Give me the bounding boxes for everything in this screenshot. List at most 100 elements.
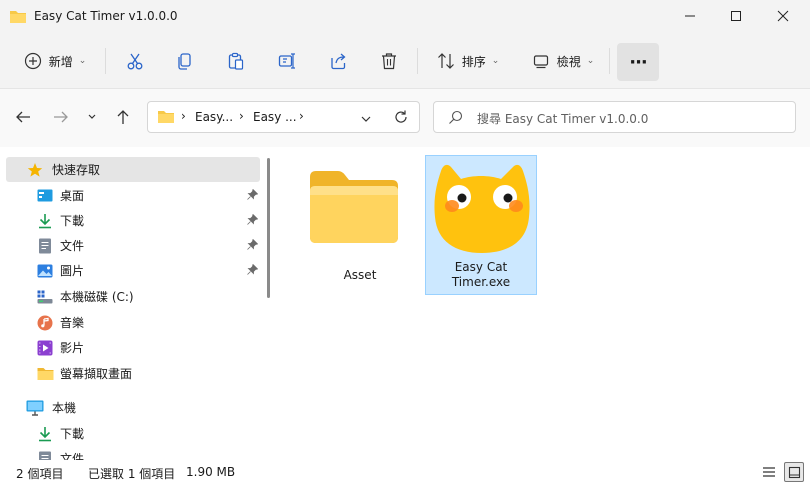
arrow-up-icon <box>114 110 132 128</box>
chevron-down-icon: ⌄ <box>491 56 500 66</box>
paste-icon <box>227 52 245 70</box>
separator <box>417 48 418 74</box>
maximize-icon <box>730 10 742 25</box>
file-item-easy-cat-timer[interactable]: Easy Cat Timer.exe <box>425 155 537 295</box>
rename-icon <box>278 52 296 70</box>
chevron-down-icon: ⌄ <box>586 56 595 66</box>
sidebar-item-label: 桌面 <box>60 189 85 203</box>
new-button[interactable]: 新增 ⌄ <box>14 44 96 78</box>
paste-button[interactable] <box>217 44 255 78</box>
pin-icon <box>247 238 259 253</box>
sidebar-item-local-disk[interactable]: 本機磁碟 (C:) <box>6 284 260 309</box>
chevron-down-icon: ⌄ <box>78 56 87 66</box>
navigation-bar: › Easy... › Easy ... › 搜尋 Easy Cat Timer… <box>0 89 810 147</box>
search-box[interactable]: 搜尋 Easy Cat Timer v1.0.0.0 <box>433 101 796 133</box>
breadcrumb-item[interactable]: Easy ... <box>253 110 297 124</box>
sidebar-item-documents[interactable]: 文件 <box>6 233 260 258</box>
document-icon <box>36 450 54 460</box>
sidebar-item-label: 文件 <box>60 239 85 253</box>
sort-label: 排序 <box>461 54 486 69</box>
cut-button[interactable] <box>116 44 154 78</box>
delete-icon <box>380 52 398 70</box>
window-title: Easy Cat Timer v1.0.0.0 <box>34 9 178 23</box>
address-bar[interactable]: › Easy... › Easy ... › <box>147 101 420 133</box>
chevron-down-icon <box>361 116 371 122</box>
chevron-right-icon: › <box>239 109 244 123</box>
new-label: 新增 <box>48 54 73 69</box>
minimize-button[interactable] <box>667 0 713 34</box>
pin-icon <box>247 188 259 203</box>
folder-icon <box>157 110 175 127</box>
sidebar-item-label: 下載 <box>60 427 85 441</box>
title-bar: Easy Cat Timer v1.0.0.0 <box>0 0 810 34</box>
sidebar-item-label: 影片 <box>60 341 85 355</box>
sidebar-item-desktop[interactable]: 桌面 <box>6 183 260 208</box>
sidebar-item-pc-documents[interactable]: 文件 <box>6 446 260 460</box>
sidebar-item-label: 文件 <box>60 452 85 460</box>
download-icon <box>36 212 54 230</box>
back-button[interactable] <box>14 109 32 128</box>
folder-icon <box>308 169 400 248</box>
separator <box>609 48 610 74</box>
file-name: Asset <box>343 268 377 282</box>
cut-icon <box>126 52 144 70</box>
share-button[interactable] <box>319 44 357 78</box>
drive-icon <box>36 288 54 306</box>
sidebar-item-downloads[interactable]: 下載 <box>6 208 260 233</box>
rename-button[interactable] <box>268 44 306 78</box>
computer-icon <box>26 399 44 417</box>
separator <box>105 48 106 74</box>
view-label: 檢視 <box>556 54 581 69</box>
arrow-left-icon <box>14 111 32 128</box>
share-icon <box>329 52 347 70</box>
refresh-button[interactable] <box>393 109 409 128</box>
arrow-right-icon <box>52 111 70 128</box>
more-icon: ··· <box>629 51 647 73</box>
search-icon <box>448 110 463 128</box>
recent-locations-button[interactable] <box>86 111 98 126</box>
sidebar-item-label: 本機磁碟 (C:) <box>60 290 134 304</box>
pin-icon <box>247 263 259 278</box>
folder-icon <box>9 9 27 27</box>
copy-icon <box>176 52 194 70</box>
sidebar-item-this-pc[interactable]: 本機 <box>6 395 260 420</box>
sidebar-item-label: 螢幕擷取畫面 <box>60 367 133 381</box>
sidebar-scrollbar[interactable] <box>267 158 270 298</box>
sidebar-item-label: 快速存取 <box>52 163 101 177</box>
new-icon <box>24 52 42 70</box>
sidebar-item-screenshots[interactable]: 螢幕擷取畫面 <box>6 361 260 386</box>
selection-size: 1.90 MB <box>186 465 236 479</box>
forward-button[interactable] <box>52 109 70 128</box>
close-button[interactable] <box>760 0 806 34</box>
large-icons-view-button[interactable] <box>784 462 804 482</box>
file-name-line1: Easy Cat <box>454 260 508 274</box>
minimize-icon <box>684 10 696 25</box>
chevron-down-icon <box>86 112 98 126</box>
details-view-button[interactable] <box>761 465 777 482</box>
file-name-line2: Timer.exe <box>451 275 511 289</box>
sort-icon <box>437 52 455 70</box>
delete-button[interactable] <box>370 44 408 78</box>
sidebar-item-quick-access[interactable]: 快速存取 <box>6 157 260 182</box>
sidebar-item-music[interactable]: 音樂 <box>6 310 260 335</box>
sort-button[interactable]: 排序 ⌄ <box>426 44 510 78</box>
address-history-button[interactable] <box>360 113 372 127</box>
picture-icon <box>36 262 54 280</box>
copy-button[interactable] <box>166 44 204 78</box>
breadcrumb-item[interactable]: Easy... <box>195 110 233 124</box>
sidebar-item-videos[interactable]: 影片 <box>6 335 260 360</box>
sidebar-item-label: 音樂 <box>60 316 85 330</box>
chevron-right-icon: › <box>181 109 186 123</box>
up-button[interactable] <box>114 109 132 128</box>
view-button[interactable]: 檢視 ⌄ <box>522 44 604 78</box>
sidebar-item-pictures[interactable]: 圖片 <box>6 258 260 283</box>
sidebar-item-label: 本機 <box>52 401 77 415</box>
more-button[interactable]: ··· <box>617 43 659 81</box>
chevron-right-icon: › <box>299 109 304 123</box>
refresh-icon <box>395 110 407 123</box>
sidebar-item-pc-downloads[interactable]: 下載 <box>6 421 260 446</box>
selection-count: 已選取 1 個項目 <box>88 467 176 481</box>
file-item-asset[interactable]: Asset <box>304 155 416 295</box>
maximize-button[interactable] <box>713 0 759 34</box>
download-icon <box>36 425 54 443</box>
